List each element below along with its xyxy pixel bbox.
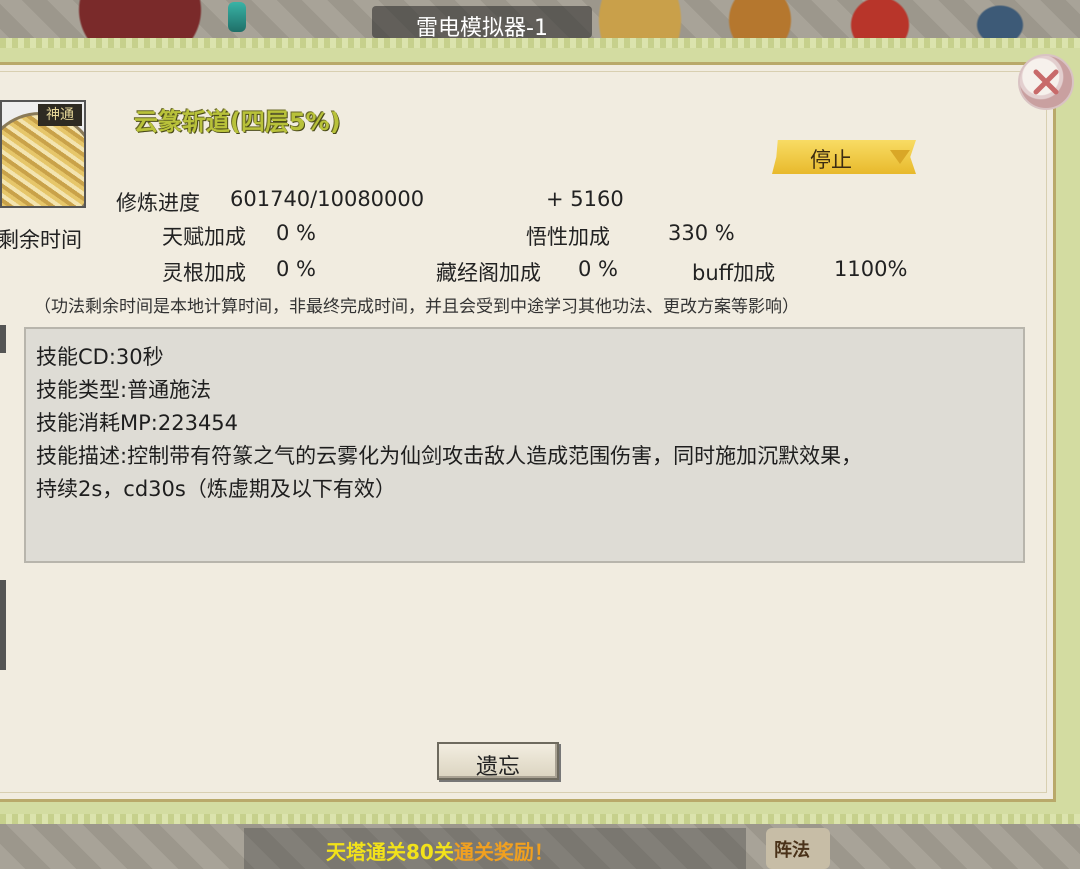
skill-type-badge: 神通 <box>38 104 82 126</box>
comprehension-bonus-label: 悟性加成 <box>526 225 610 249</box>
buff-bonus-label: buff加成 <box>692 261 776 285</box>
progress-value: 601740/10080000 <box>230 187 425 211</box>
emulator-title-bar: 雷电模拟器-1 <box>372 6 592 41</box>
skill-art <box>2 112 84 206</box>
forget-button-label: 遗忘 <box>475 755 520 780</box>
banner-text: 天塔通关80关通关奖励！ <box>326 836 554 865</box>
progress-gain: + 5160 <box>546 187 624 211</box>
talent-bonus-value: 0 % <box>276 221 316 245</box>
skill-description-box: 技能CD:30秒 技能类型:普通施法 技能消耗MP:223454 技能描述:控制… <box>24 327 1025 563</box>
skill-type: 技能类型:普通施法 <box>36 378 212 402</box>
spirit-root-bonus-value: 0 % <box>276 257 316 281</box>
skill-mp-cost: 技能消耗MP:223454 <box>36 411 239 435</box>
skill-title: 云篆斩道(四层5%) <box>134 108 341 136</box>
banner-text-part1: 天塔通关80关 <box>326 840 454 864</box>
library-bonus-value: 0 % <box>578 257 618 281</box>
bottom-banner[interactable]: 天塔通关80关通关奖励！ <box>244 828 746 869</box>
formation-label: 阵法 <box>774 840 810 861</box>
banner-text-part2: 通关奖励！ <box>453 840 554 864</box>
stop-button[interactable]: 停止 <box>772 140 916 174</box>
library-bonus-label: 藏经阁加成 <box>436 261 541 285</box>
formation-button[interactable]: 阵法 <box>766 828 830 869</box>
time-note: （功法剩余时间是本地计算时间，非最终完成时间，并且会受到中途学习其他功法、更改方… <box>34 297 799 317</box>
skill-cd: 技能CD:30秒 <box>36 345 164 369</box>
skill-description-line1: 技能描述:控制带有符篆之气的云雾化为仙剑攻击敌人造成范围伤害，同时施加沉默效果， <box>36 444 863 468</box>
skill-icon: 神通 <box>0 100 86 208</box>
triangle-down-icon <box>890 150 910 164</box>
close-icon <box>1033 69 1059 95</box>
jade-icon <box>228 2 246 32</box>
left-edge-mark <box>0 580 6 670</box>
remaining-time-label: 剩余时间 <box>0 228 82 252</box>
stop-button-label: 停止 <box>810 148 852 172</box>
comprehension-bonus-value: 330 % <box>668 221 735 245</box>
progress-label: 修炼进度 <box>116 191 200 215</box>
spirit-root-bonus-label: 灵根加成 <box>162 261 246 285</box>
buff-bonus-value: 1100% <box>834 257 908 281</box>
skill-description-line2: 持续2s，cd30s（炼虚期及以下有效） <box>36 477 396 501</box>
talent-bonus-label: 天赋加成 <box>162 225 246 249</box>
forget-button[interactable]: 遗忘 <box>437 742 559 780</box>
close-button[interactable] <box>1018 54 1074 110</box>
left-edge-mark <box>0 325 6 353</box>
